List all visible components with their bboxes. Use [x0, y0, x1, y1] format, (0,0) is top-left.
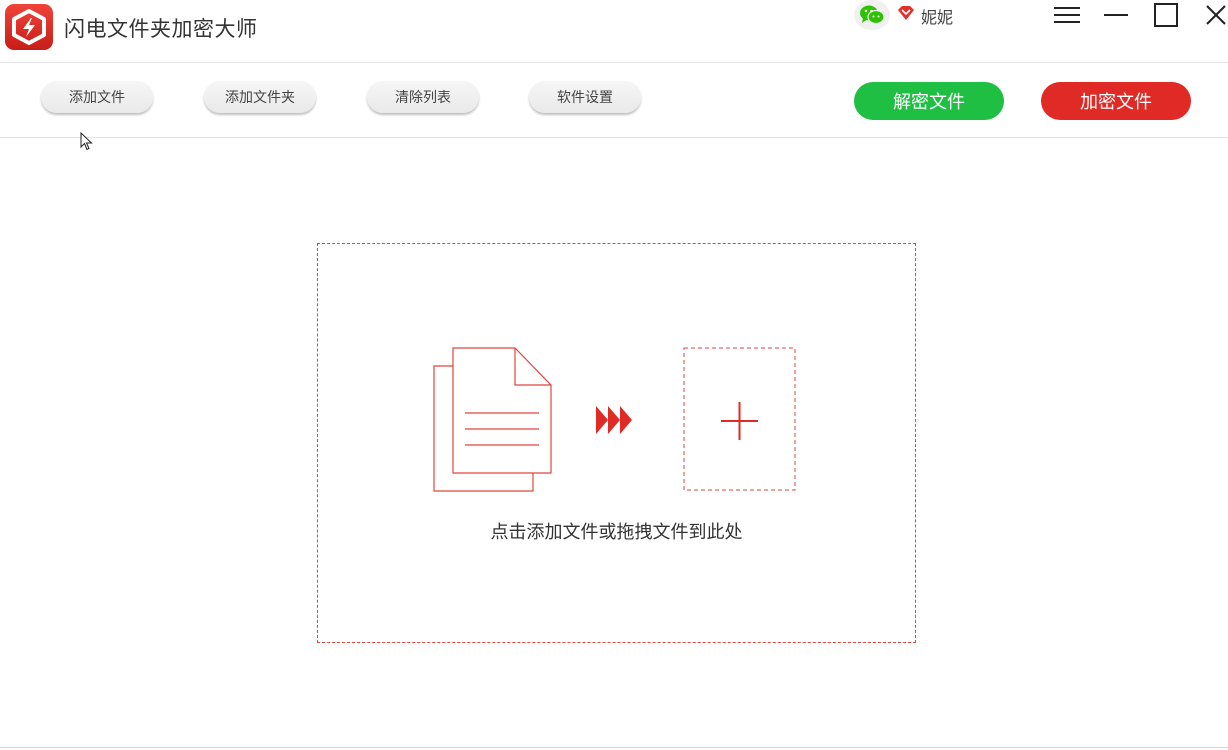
- add-plus-icon: [684, 348, 795, 490]
- hamburger-icon: [1054, 5, 1080, 25]
- encrypt-file-button[interactable]: 加密文件: [1041, 82, 1191, 120]
- wechat-icon: [859, 4, 885, 26]
- close-icon: [1204, 3, 1228, 27]
- menu-button[interactable]: [1051, 0, 1083, 30]
- mouse-cursor-icon: [80, 132, 94, 152]
- minimize-button[interactable]: [1100, 0, 1132, 30]
- app-logo-icon: [4, 3, 54, 51]
- add-folder-button[interactable]: 添加文件夹: [204, 81, 316, 113]
- toolbar: 添加文件 添加文件夹 清除列表 软件设置 解密文件 加密文件: [0, 63, 1228, 138]
- document-stack-icon: [434, 348, 551, 491]
- close-button[interactable]: [1200, 0, 1228, 30]
- wechat-button[interactable]: [854, 0, 890, 30]
- maximize-icon: [1153, 2, 1179, 28]
- drop-illustration: [318, 244, 915, 642]
- file-drop-zone[interactable]: 点击添加文件或拖拽文件到此处: [317, 243, 916, 643]
- user-name[interactable]: 妮妮: [921, 4, 953, 28]
- settings-button[interactable]: 软件设置: [529, 81, 641, 113]
- maximize-button[interactable]: [1150, 0, 1182, 30]
- vip-diamond-icon: [897, 5, 915, 21]
- clear-list-button[interactable]: 清除列表: [367, 81, 479, 113]
- app-window: 闪电文件夹加密大师 妮妮: [0, 0, 1228, 750]
- drop-hint-text: 点击添加文件或拖拽文件到此处: [318, 518, 915, 544]
- bottom-divider: [0, 747, 1228, 748]
- title-bar: 闪电文件夹加密大师 妮妮: [0, 0, 1228, 63]
- decrypt-file-button[interactable]: 解密文件: [854, 82, 1004, 120]
- minimize-icon: [1103, 5, 1129, 25]
- app-title: 闪电文件夹加密大师: [64, 13, 258, 43]
- add-file-button[interactable]: 添加文件: [41, 81, 153, 113]
- triple-arrow-icon: [596, 406, 632, 434]
